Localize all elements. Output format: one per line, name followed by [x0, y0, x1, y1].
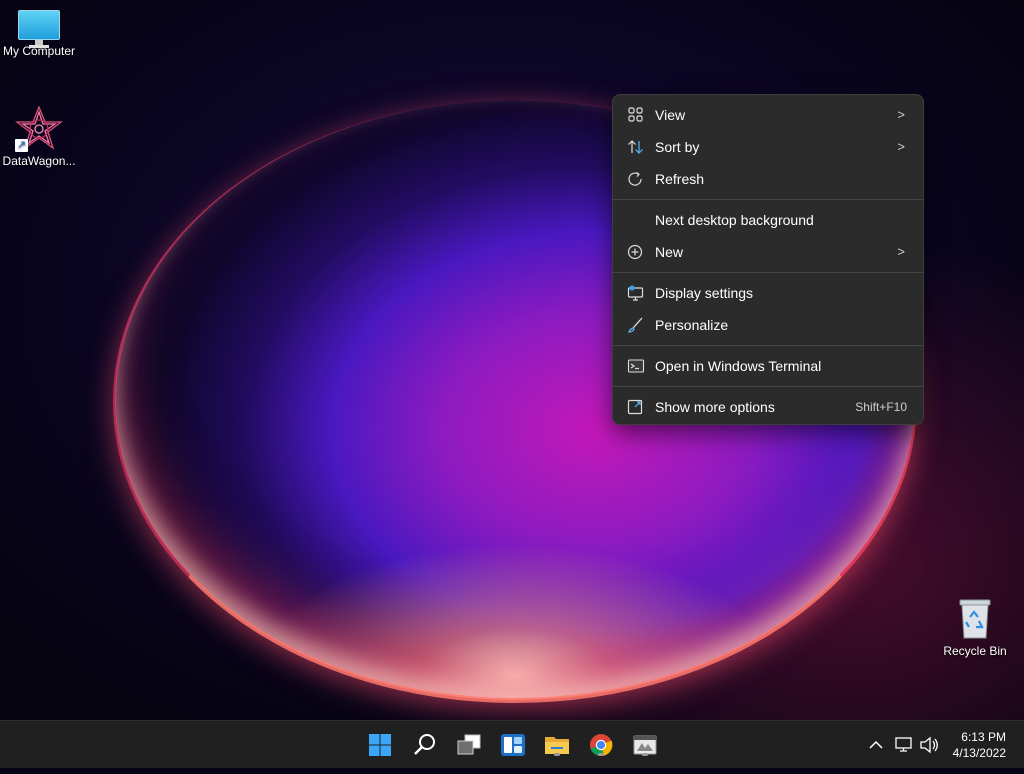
shortcut-hint: Shift+F10 [855, 400, 907, 414]
menu-item-new[interactable]: New > [613, 236, 923, 268]
network-icon [895, 737, 912, 752]
volume-button[interactable] [918, 721, 940, 769]
show-hidden-icons-button[interactable] [866, 721, 886, 769]
menu-item-label: Sort by [655, 139, 700, 155]
plus-circle-icon [627, 244, 645, 260]
computer-icon [18, 10, 60, 48]
running-indicator [598, 753, 604, 756]
refresh-icon [627, 171, 645, 187]
menu-item-label: Refresh [655, 171, 705, 187]
shortcut-arrow-icon: ↗ [15, 139, 28, 152]
widgets-icon [501, 734, 525, 756]
menu-item-open-in-windows-terminal[interactable]: Open in Windows Terminal [613, 350, 923, 382]
chevron-up-icon [869, 740, 883, 749]
menu-separator [613, 345, 923, 346]
task-view-button[interactable] [455, 731, 483, 759]
running-indicator [642, 753, 648, 756]
clock-date: 4/13/2022 [952, 746, 1006, 760]
chevron-right-icon: > [897, 139, 905, 154]
menu-item-refresh[interactable]: Refresh [613, 163, 923, 195]
menu-item-label: Open in Windows Terminal [655, 358, 822, 374]
start-icon [369, 734, 391, 756]
task-view-icon [457, 734, 481, 755]
menu-item-label: Display settings [655, 285, 754, 301]
menu-item-label: View [655, 107, 686, 123]
datawagon-logo-icon: ↗ [15, 105, 63, 152]
menu-item-label: New [655, 244, 684, 260]
widgets-button[interactable] [499, 731, 527, 759]
volume-icon [920, 736, 938, 754]
chrome-button[interactable] [587, 731, 615, 759]
clock-time: 6:13 PM [961, 730, 1006, 744]
menu-item-show-more-options[interactable]: Show more options Shift+F10 [613, 391, 923, 423]
terminal-icon [627, 358, 645, 374]
expand-icon [627, 399, 645, 415]
start-button[interactable] [366, 731, 394, 759]
desktop-icon-recycle-bin[interactable]: Recycle Bin [933, 598, 1017, 658]
menu-item-display-settings[interactable]: Display settings [613, 277, 923, 309]
desktop-icon-label: DataWagon... [2, 154, 76, 168]
desktop-context-menu: View > Sort by > Refresh Next desktop ba… [612, 94, 924, 425]
app-button[interactable] [631, 731, 659, 759]
desktop-icon-my-computer[interactable]: My Computer [0, 10, 81, 58]
menu-item-label: Next desktop background [655, 212, 814, 228]
search-button[interactable] [411, 731, 439, 759]
menu-item-next-desktop-background[interactable]: Next desktop background [613, 204, 923, 236]
search-icon [414, 734, 435, 755]
running-indicator [554, 753, 560, 756]
file-explorer-button[interactable] [543, 731, 571, 759]
menu-item-label: Personalize [655, 317, 729, 333]
display-settings-icon [627, 285, 645, 301]
recycle-bin-icon [957, 598, 993, 640]
menu-separator [613, 199, 923, 200]
desktop-icon-label: Recycle Bin [943, 644, 1007, 658]
chevron-right-icon: > [897, 244, 905, 259]
grid-icon [627, 107, 645, 123]
brush-icon [627, 317, 645, 333]
menu-item-label: Show more options [655, 399, 775, 415]
menu-item-view[interactable]: View > [613, 99, 923, 131]
menu-separator [613, 386, 923, 387]
menu-separator [613, 272, 923, 273]
chevron-right-icon: > [897, 107, 905, 122]
taskbar: 6:13 PM 4/13/2022 [0, 720, 1024, 768]
menu-item-personalize[interactable]: Personalize [613, 309, 923, 341]
sort-icon [627, 139, 645, 155]
network-button[interactable] [893, 721, 915, 769]
clock[interactable]: 6:13 PM 4/13/2022 [953, 729, 1006, 761]
menu-item-sort-by[interactable]: Sort by > [613, 131, 923, 163]
desktop-icon-datawagon[interactable]: ↗ DataWagon... [0, 105, 81, 168]
